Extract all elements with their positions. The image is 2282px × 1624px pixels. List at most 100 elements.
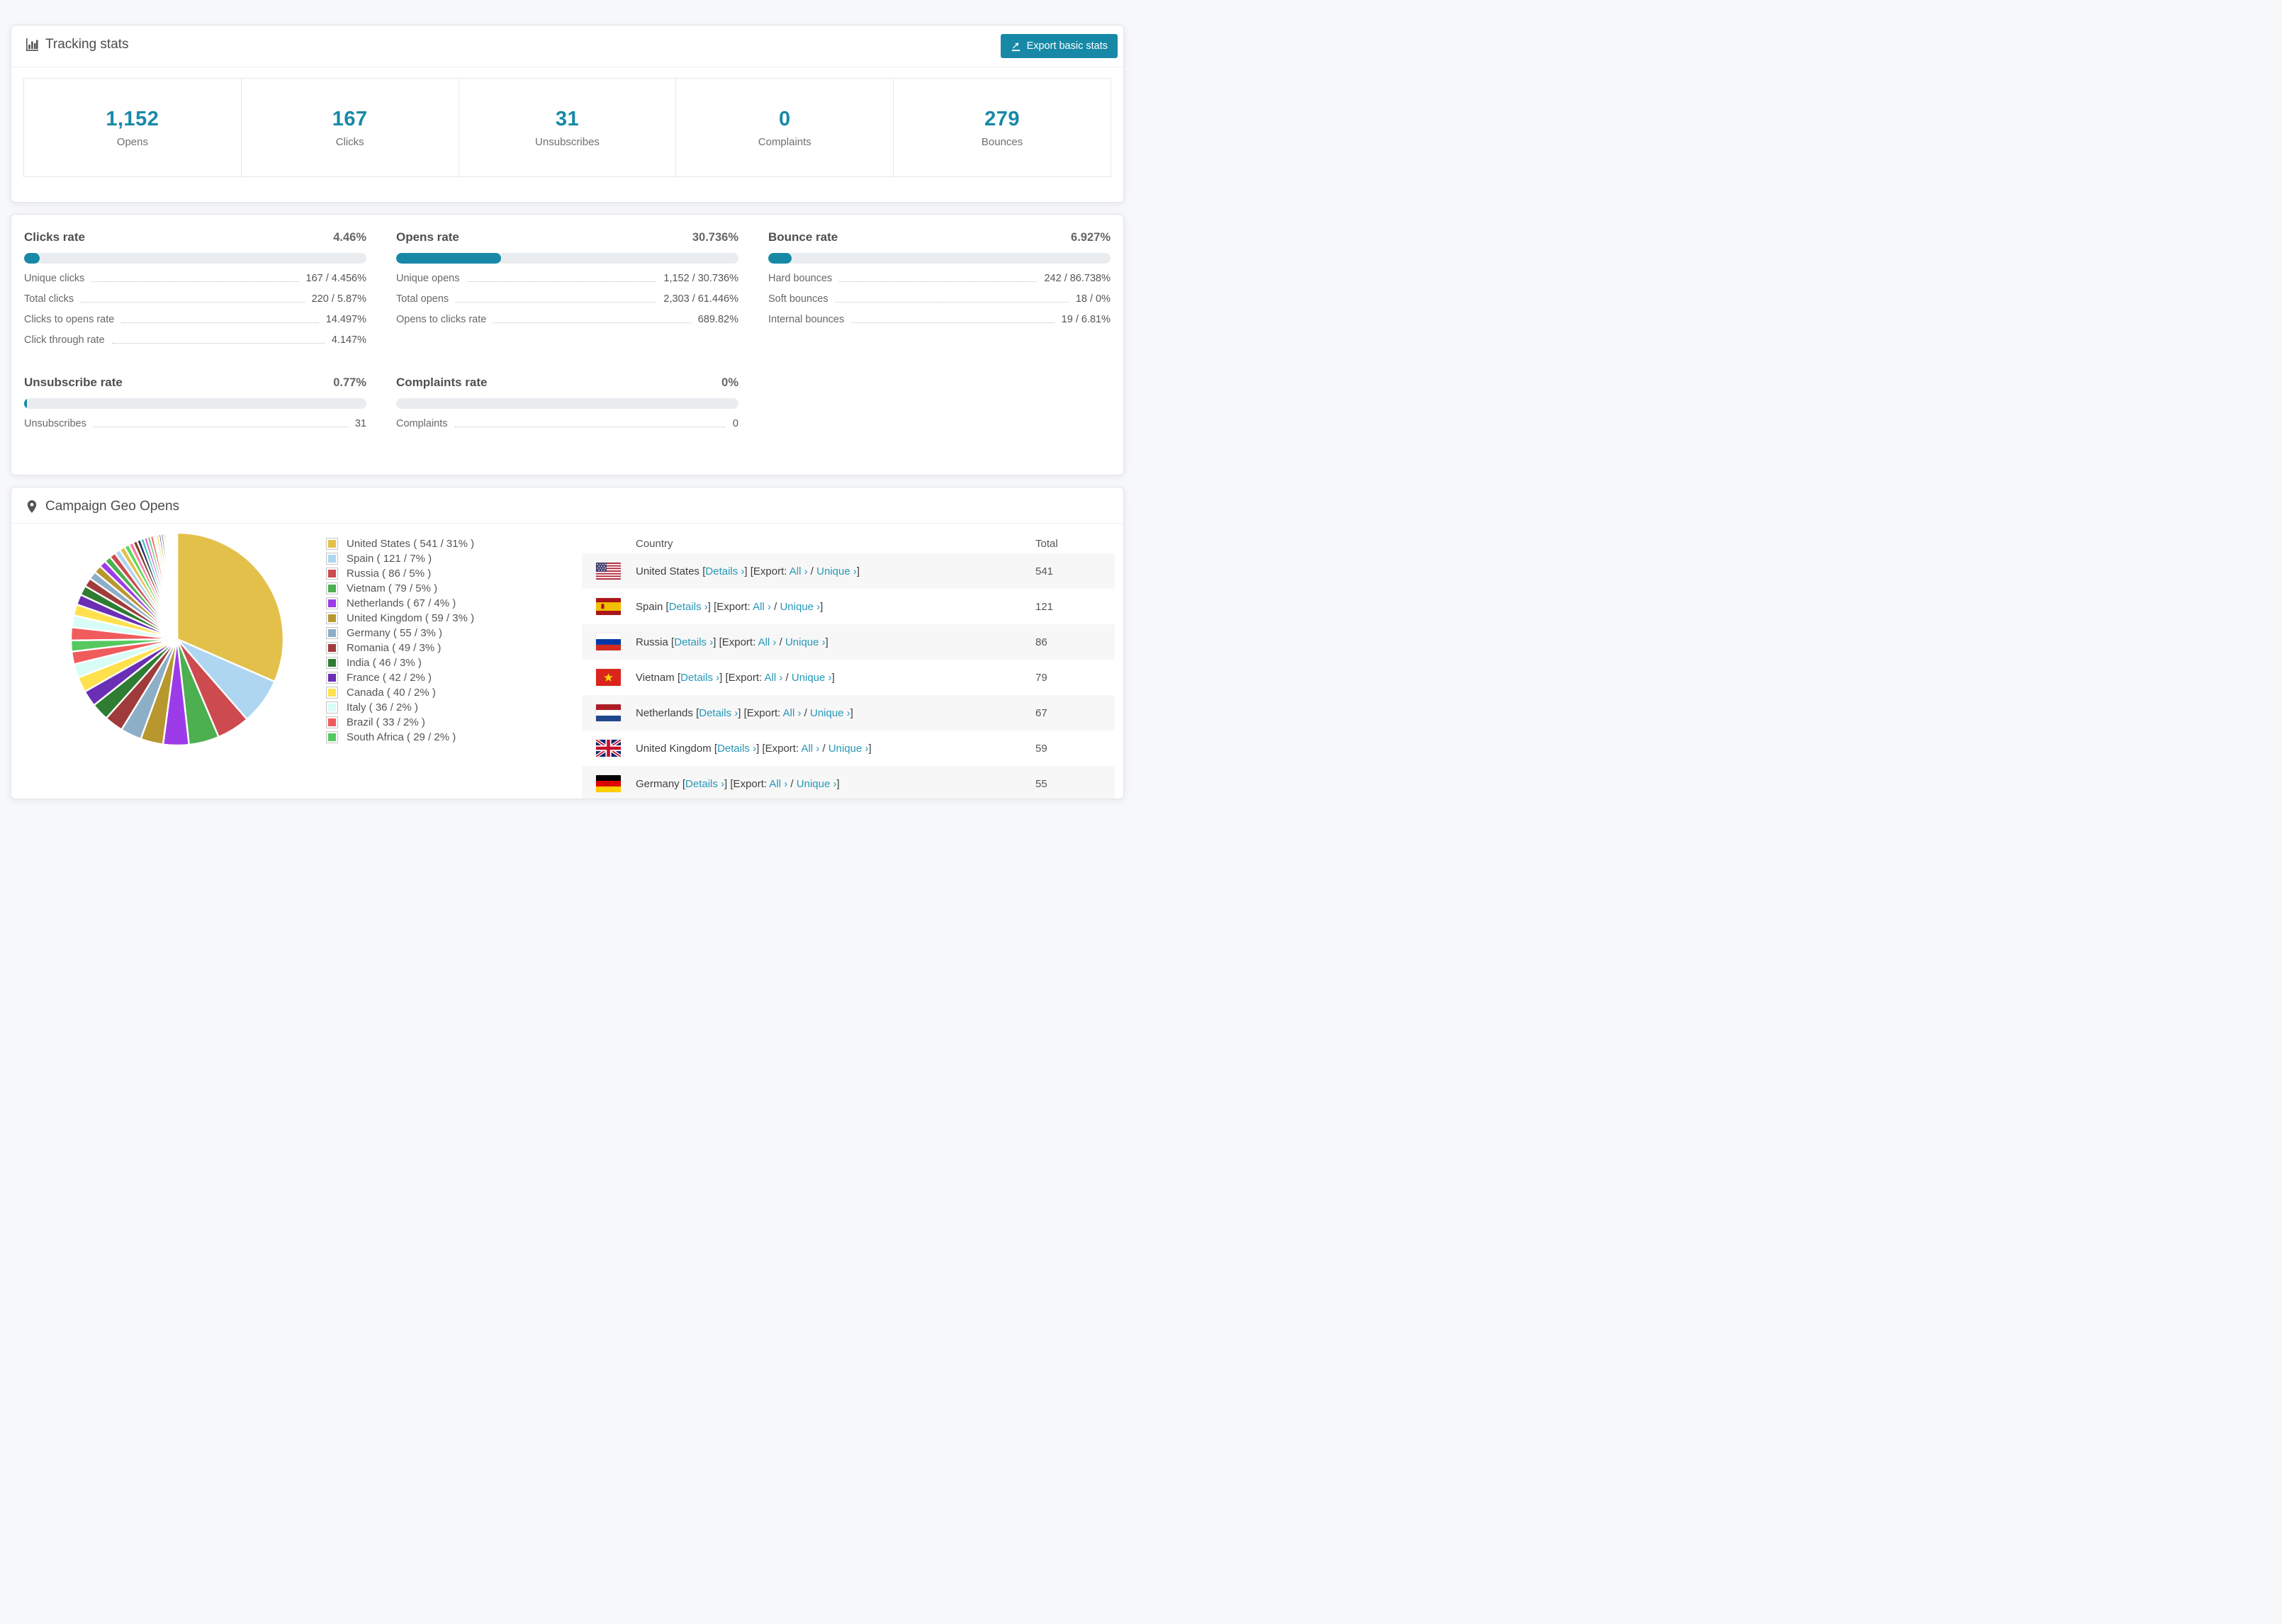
legend-label: Canada ( 40 / 2% ) [347,687,436,699]
legend-swatch [326,687,338,699]
rates-grid: Clicks rate 4.46% Unique clicks 167 / 4.456… [11,215,1123,429]
bracket-text: ] [825,636,828,648]
legend-label: United Kingdom ( 59 / 3% ) [347,612,475,624]
summary-value: 167 [332,107,368,130]
export-unique-link[interactable]: Unique › [785,636,826,648]
details-link[interactable]: Details › [669,601,708,613]
rate-stat-row: Hard bounces 242 / 86.738% [768,273,1111,284]
details-link[interactable]: Details › [699,707,738,719]
rate-progress-fill [24,398,27,409]
summary-label: Clicks [335,135,364,148]
dotted-leader [851,322,1055,323]
details-link[interactable]: Details › [717,743,756,755]
summary-value: 1,152 [106,107,159,130]
legend-swatch [326,568,338,580]
export-all-link[interactable]: All › [783,707,802,719]
rate-stat-value: 31 [354,418,366,429]
bracket-text: ] [713,636,719,648]
rate-stat-label: Unique clicks [24,273,85,284]
export-all-link[interactable]: All › [753,601,771,613]
country-flag-nl [596,704,621,721]
rate-stat-row: Soft bounces 18 / 0% [768,293,1111,305]
pie-slice [176,531,179,640]
rate-rows: Unsubscribes 31 [24,418,366,429]
export-unique-link[interactable]: Unique › [797,778,837,790]
legend-swatch [326,642,338,654]
rate-header: Complaints rate 0% [396,376,738,390]
export-unique-link[interactable]: Unique › [816,565,857,577]
export-all-link[interactable]: All › [801,743,819,755]
rate-stat-row: Unsubscribes 31 [24,418,366,429]
total-value: 121 [1035,600,1054,613]
legend-label: United States ( 541 / 31% ) [347,538,475,550]
rate-stat-row: Unique opens 1,152 / 30.736% [396,273,738,284]
bracket-text: ] [820,600,824,613]
country-cell: Spain [Details ›] [Export: All › / Uniqu… [636,601,1035,613]
legend-swatch [326,553,338,565]
export-all-link[interactable]: All › [758,636,777,648]
country-cell: United States [Details ›] [Export: All ›… [636,565,1035,577]
rate-stat-label: Total clicks [24,293,74,305]
rate-value: 4.46% [333,231,366,244]
bracket-text: / [819,742,828,755]
legend-item: France ( 42 / 2% ) [326,670,474,685]
export-unique-link[interactable]: Unique › [810,707,850,719]
country-cell: Germany [Details ›] [Export: All › / Uni… [636,778,1035,790]
rate-rows: Unique opens 1,152 / 30.736% Total opens 2,… [396,273,738,325]
summary-value: 279 [984,107,1021,130]
legend-label: Brazil ( 33 / 2% ) [347,716,425,728]
rate-stat-row: Internal bounces 19 / 6.81% [768,314,1111,325]
details-link[interactable]: Details › [680,672,719,684]
rate-stat-value: 19 / 6.81% [1061,314,1111,325]
rate-stat-label: Complaints [396,418,448,429]
rate-stat-value: 14.497% [325,314,366,325]
rate-progress-bar [768,253,1111,264]
rate-progress-fill [768,253,792,264]
legend-swatch [326,672,338,684]
total-value: 541 [1035,565,1054,577]
export-unique-link[interactable]: Unique › [792,672,832,684]
legend-swatch [326,657,338,669]
total-value: 86 [1035,636,1047,648]
country-name: Russia [636,636,672,648]
bracket-text: ] [831,671,835,684]
export-all-link[interactable]: All › [789,565,808,577]
page-title: Tracking stats [26,37,129,52]
rate-progress-bar [24,253,366,264]
rate-title: Complaints rate [396,376,488,389]
rate-stat-row: Click through rate 4.147% [24,334,366,346]
bar-chart-icon [26,38,38,51]
legend-label: Spain ( 121 / 7% ) [347,553,432,565]
details-link[interactable]: Details › [674,636,713,648]
export-all-link[interactable]: All › [769,778,787,790]
summary-label: Unsubscribes [535,135,600,148]
legend-item: Canada ( 40 / 2% ) [326,685,474,700]
rate-progress-bar [396,253,738,264]
details-link[interactable]: Details › [705,565,744,577]
legend-label: South Africa ( 29 / 2% ) [347,731,456,743]
rate-stat-value: 4.147% [331,334,366,346]
country-flag-us [596,563,621,580]
bracket-text: ] [868,742,872,755]
table-row: Netherlands [Details ›] [Export: All › /… [582,695,1115,731]
country-column-header: Country [636,537,673,550]
legend-label: Netherlands ( 67 / 4% ) [347,597,456,609]
export-all-link[interactable]: All › [765,672,783,684]
geo-header: Campaign Geo Opens [11,487,1123,514]
rate-progress-bar [396,398,738,409]
export-basic-stats-button[interactable]: Export basic stats [1000,34,1118,58]
geo-opens-table: Country Total United States [Details ›] … [582,534,1115,799]
export-unique-link[interactable]: Unique › [780,601,820,613]
bracket-text: / [787,777,797,790]
rate-rows: Hard bounces 242 / 86.738% Soft bounces 18 … [768,273,1111,325]
rate-progress-bar [24,398,366,409]
table-row: Russia [Details ›] [Export: All › / Uniq… [582,624,1115,660]
legend-item: United States ( 541 / 31% ) [326,536,475,551]
rate-value: 30.736% [692,231,738,244]
legend-swatch [326,701,338,714]
export-unique-link[interactable]: Unique › [828,743,869,755]
geo-title: Campaign Geo Opens [45,499,180,514]
details-link[interactable]: Details › [685,778,724,790]
rate-stat-label: Hard bounces [768,273,833,284]
dotted-leader [121,322,319,323]
